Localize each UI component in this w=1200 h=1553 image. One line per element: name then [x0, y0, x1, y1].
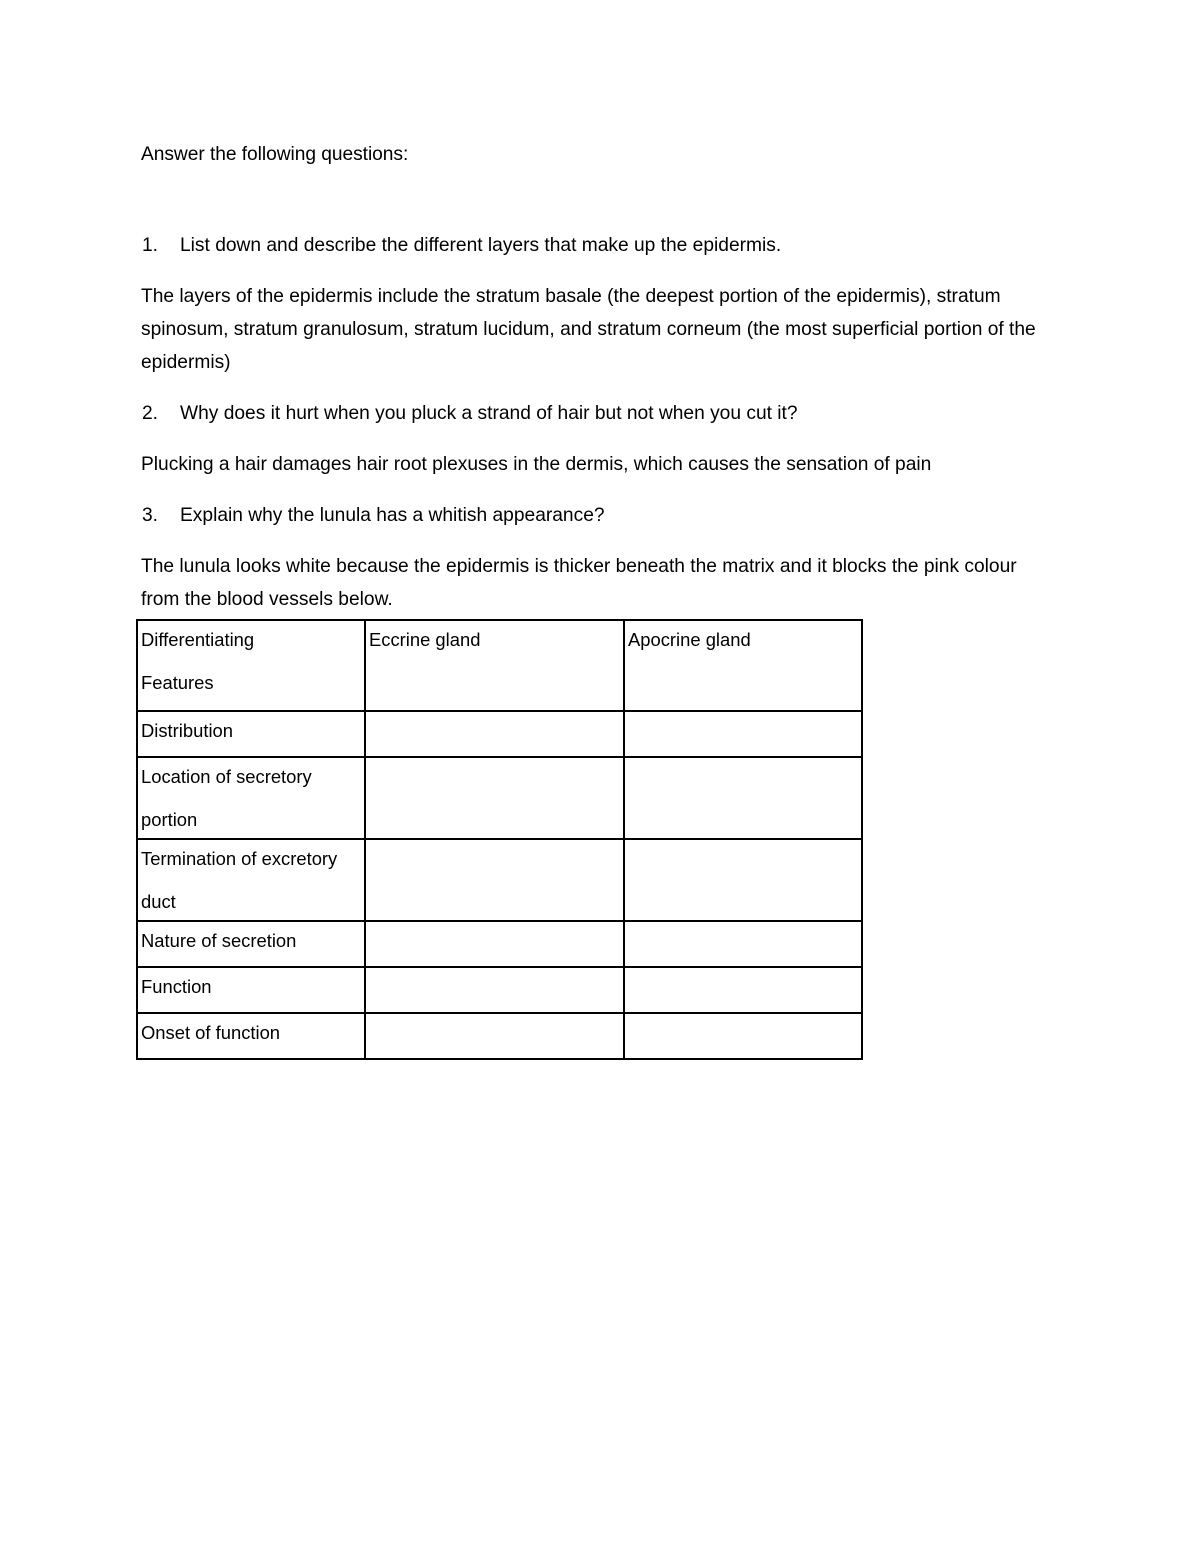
cell-eccrine-location[interactable]: [366, 758, 625, 840]
cell-apocrine-termination[interactable]: [625, 840, 863, 922]
table-header-features: Differentiating Features: [136, 619, 366, 712]
table-row: Termination of excretory duct: [136, 840, 863, 922]
row-label-termination-line2: duct: [141, 891, 176, 912]
cell-apocrine-onset[interactable]: [625, 1014, 863, 1060]
row-label-distribution: Distribution: [136, 712, 366, 758]
row-label-function: Function: [136, 968, 366, 1014]
question-text-1: List down and describe the different lay…: [180, 235, 782, 256]
question-text-2: Why does it hurt when you pluck a strand…: [180, 403, 798, 424]
question-text-3: Explain why the lunula has a whitish app…: [180, 505, 605, 526]
answer-text-1: The layers of the epidermis include the …: [141, 286, 1036, 373]
table-header-row: Differentiating Features Eccrine gland A…: [136, 619, 863, 712]
cell-eccrine-function[interactable]: [366, 968, 625, 1014]
table-row: Function: [136, 968, 863, 1014]
cell-eccrine-termination[interactable]: [366, 840, 625, 922]
cell-apocrine-location[interactable]: [625, 758, 863, 840]
table-header-apocrine: Apocrine gland: [625, 619, 863, 712]
question-item-2: 2. Why does it hurt when you pluck a str…: [141, 398, 1053, 429]
question-item-3: 3. Explain why the lunula has a whitish …: [141, 500, 1053, 531]
table-row: Nature of secretion: [136, 922, 863, 968]
intro-paragraph: Answer the following questions:: [141, 144, 409, 165]
cell-apocrine-nature[interactable]: [625, 922, 863, 968]
document-body: Answer the following questions: 1. List …: [141, 139, 1053, 685]
table-header-features-line1: Differentiating: [141, 629, 255, 650]
row-label-termination-line1: Termination of excretory: [141, 848, 338, 869]
answer-text-3: The lunula looks white because the epide…: [141, 556, 1017, 610]
table-row: Onset of function: [136, 1014, 863, 1060]
row-label-location-line1: Location of secretory: [141, 766, 312, 787]
table-row: Location of secretory portion: [136, 758, 863, 840]
row-label-termination-of-excretory-duct: Termination of excretory duct: [136, 840, 366, 922]
question-number-2: 2.: [142, 403, 159, 424]
cell-eccrine-nature[interactable]: [366, 922, 625, 968]
table-header-eccrine: Eccrine gland: [366, 619, 625, 712]
answer-text-2: Plucking a hair damages hair root plexus…: [141, 454, 932, 475]
cell-eccrine-distribution[interactable]: [366, 712, 625, 758]
table-row: Distribution: [136, 712, 863, 758]
cell-eccrine-onset[interactable]: [366, 1014, 625, 1060]
cell-apocrine-function[interactable]: [625, 968, 863, 1014]
cell-apocrine-distribution[interactable]: [625, 712, 863, 758]
document-page: Answer the following questions: 1. List …: [0, 0, 1200, 1553]
gland-comparison-table: Differentiating Features Eccrine gland A…: [136, 619, 863, 1060]
row-label-location-of-secretory-portion: Location of secretory portion: [136, 758, 366, 840]
row-label-onset-of-function: Onset of function: [136, 1014, 366, 1060]
question-number-1: 1.: [142, 235, 159, 256]
question-item-1: 1. List down and describe the different …: [141, 230, 1053, 261]
gland-comparison-table-wrapper: Differentiating Features Eccrine gland A…: [136, 619, 863, 1060]
question-number-3: 3.: [142, 505, 159, 526]
table-header-features-line2: Features: [141, 672, 214, 693]
row-label-location-line2: portion: [141, 809, 198, 830]
row-label-nature-of-secretion: Nature of secretion: [136, 922, 366, 968]
